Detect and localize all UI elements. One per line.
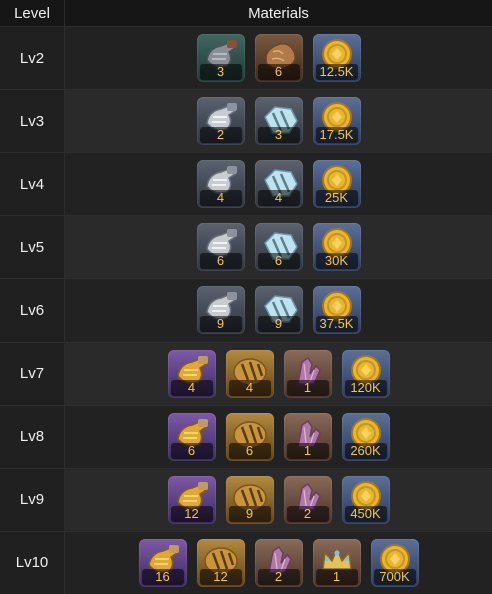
- materials-cell: 4 4 1 120K: [65, 342, 492, 405]
- material-item[interactable]: 1: [283, 349, 332, 398]
- level-cell: Lv5: [0, 216, 65, 279]
- material-item[interactable]: 17.5K: [312, 97, 361, 146]
- level-cell: Lv4: [0, 153, 65, 216]
- material-quantity: 700K: [373, 568, 416, 585]
- material-quantity: 12: [199, 568, 242, 585]
- level-cell: Lv2: [0, 27, 65, 90]
- materials-cell: 4 4 25K: [65, 153, 492, 216]
- material-quantity: 450K: [344, 505, 387, 522]
- material-item[interactable]: 37.5K: [312, 286, 361, 335]
- material-item[interactable]: 4: [254, 160, 303, 209]
- material-quantity: 120K: [344, 379, 387, 396]
- material-item[interactable]: 6: [254, 223, 303, 272]
- material-item[interactable]: 9: [254, 286, 303, 335]
- material-item[interactable]: 30K: [312, 223, 361, 272]
- material-quantity: 4: [257, 190, 300, 207]
- materials-cell: 16 12 2 1 700K: [65, 531, 492, 594]
- material-quantity: 3: [257, 127, 300, 144]
- material-quantity: 9: [199, 316, 242, 333]
- material-quantity: 2: [199, 127, 242, 144]
- material-item[interactable]: 12: [167, 475, 216, 524]
- material-quantity: 6: [257, 253, 300, 270]
- table-header: Level Materials: [0, 0, 492, 27]
- material-quantity: 2: [257, 568, 300, 585]
- material-quantity: 9: [228, 505, 271, 522]
- table-row: Lv3 2 3 17.5K: [0, 90, 492, 154]
- material-item[interactable]: 1: [283, 412, 332, 461]
- material-item[interactable]: 2: [196, 97, 245, 146]
- material-quantity: 1: [315, 568, 358, 585]
- material-quantity: 2: [286, 505, 329, 522]
- material-quantity: 6: [199, 253, 242, 270]
- table-row: Lv9 12 9 2 450K: [0, 468, 492, 532]
- material-item[interactable]: 12: [196, 538, 245, 587]
- material-item[interactable]: 260K: [341, 412, 390, 461]
- level-cell: Lv9: [0, 468, 65, 531]
- table-row: Lv2 3 6 12.5K: [0, 27, 492, 91]
- material-item[interactable]: 1: [312, 538, 361, 587]
- table-row: Lv10 16 12 2 1 700K: [0, 531, 492, 594]
- material-item[interactable]: 9: [196, 286, 245, 335]
- material-quantity: 6: [228, 442, 271, 459]
- material-item[interactable]: 6: [167, 412, 216, 461]
- material-quantity: 4: [170, 379, 213, 396]
- materials-column-header: Materials: [248, 4, 309, 22]
- material-item[interactable]: 3: [196, 34, 245, 83]
- table-row: Lv5 6 6 30K: [0, 216, 492, 280]
- material-item[interactable]: 3: [254, 97, 303, 146]
- material-item[interactable]: 12.5K: [312, 34, 361, 83]
- material-item[interactable]: 4: [225, 349, 274, 398]
- material-quantity: 16: [141, 568, 184, 585]
- material-item[interactable]: 700K: [370, 538, 419, 587]
- material-quantity: 260K: [344, 442, 387, 459]
- material-item[interactable]: 6: [254, 34, 303, 83]
- level-cell: Lv7: [0, 342, 65, 405]
- material-item[interactable]: 9: [225, 475, 274, 524]
- material-quantity: 37.5K: [315, 316, 358, 333]
- material-quantity: 6: [257, 64, 300, 81]
- table-row: Lv6 9 9 37.5K: [0, 279, 492, 343]
- level-cell: Lv8: [0, 405, 65, 468]
- material-item[interactable]: 25K: [312, 160, 361, 209]
- table-row: Lv7 4 4 1 120K: [0, 342, 492, 406]
- material-item[interactable]: 4: [167, 349, 216, 398]
- level-cell: Lv6: [0, 279, 65, 342]
- material-item[interactable]: 450K: [341, 475, 390, 524]
- material-quantity: 12: [170, 505, 213, 522]
- material-quantity: 9: [257, 316, 300, 333]
- material-quantity: 6: [170, 442, 213, 459]
- materials-cell: 6 6 1 260K: [65, 405, 492, 468]
- material-quantity: 1: [286, 379, 329, 396]
- material-quantity: 25K: [315, 190, 358, 207]
- material-quantity: 3: [199, 64, 242, 81]
- table-body: Lv2 3 6 12.5K Lv3 2 3 17.5K Lv4 4 4 25K Lv5 6 6 30K Lv6 9…: [0, 27, 492, 594]
- materials-cell: 3 6 12.5K: [65, 27, 492, 90]
- material-quantity: 30K: [315, 253, 358, 270]
- materials-cell: 6 6 30K: [65, 216, 492, 279]
- material-quantity: 4: [228, 379, 271, 396]
- material-item[interactable]: 6: [196, 223, 245, 272]
- material-quantity: 17.5K: [315, 127, 358, 144]
- level-cell: Lv3: [0, 90, 65, 153]
- material-item[interactable]: 16: [138, 538, 187, 587]
- material-item[interactable]: 2: [283, 475, 332, 524]
- materials-table: Level Materials Lv2 3 6 12.5K Lv3 2 3 17.5K Lv4 4…: [0, 0, 492, 594]
- materials-cell: 2 3 17.5K: [65, 90, 492, 153]
- materials-cell: 9 9 37.5K: [65, 279, 492, 342]
- materials-cell: 12 9 2 450K: [65, 468, 492, 531]
- table-row: Lv4 4 4 25K: [0, 153, 492, 217]
- material-item[interactable]: 4: [196, 160, 245, 209]
- material-item[interactable]: 120K: [341, 349, 390, 398]
- material-item[interactable]: 2: [254, 538, 303, 587]
- level-cell: Lv10: [0, 531, 65, 594]
- table-row: Lv8 6 6 1 260K: [0, 405, 492, 469]
- material-quantity: 1: [286, 442, 329, 459]
- material-quantity: 12.5K: [315, 64, 358, 81]
- material-quantity: 4: [199, 190, 242, 207]
- level-column-header: Level: [0, 0, 65, 26]
- material-item[interactable]: 6: [225, 412, 274, 461]
